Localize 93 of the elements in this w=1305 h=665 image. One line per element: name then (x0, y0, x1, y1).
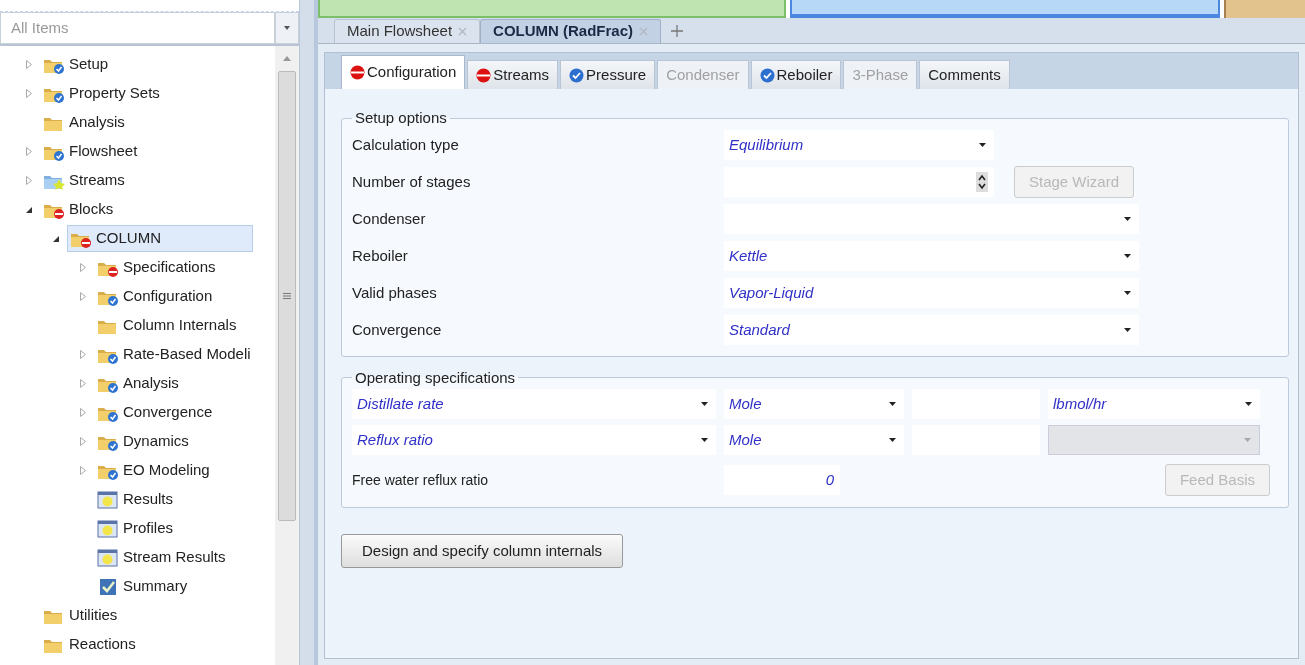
tree-item[interactable]: Stream Results (94, 544, 231, 571)
dropdown-arrow-icon (1245, 402, 1252, 406)
tree-item[interactable]: Rate-Based Modeli (94, 341, 256, 368)
field-label: Valid phases (352, 282, 438, 303)
group-title: Operating specifications (354, 367, 517, 388)
dropdown-arrow-icon (701, 402, 708, 406)
field-label: Number of stages (352, 171, 472, 192)
dropdown-field[interactable]: Equilibrium (724, 130, 994, 160)
expand-icon[interactable] (80, 437, 86, 446)
dropdown-arrow-icon (1124, 291, 1131, 295)
dropdown-field[interactable] (724, 204, 1139, 234)
form-tab[interactable]: Pressure (560, 60, 656, 89)
form-icon (97, 490, 119, 509)
tree-item[interactable]: Configuration (94, 283, 218, 310)
tree-item[interactable]: EO Modeling (94, 457, 215, 484)
expand-icon[interactable] (80, 466, 86, 475)
add-tab-icon[interactable] (671, 25, 684, 37)
expand-icon[interactable] (26, 147, 32, 156)
field-label: Calculation type (352, 134, 460, 155)
tree-item[interactable]: Specifications (94, 254, 221, 281)
tree-item[interactable]: COLUMN (67, 225, 253, 252)
expand-icon[interactable] (26, 89, 32, 98)
dropdown-field[interactable]: Kettle (724, 241, 1139, 271)
dropdown-arrow-icon (1124, 254, 1131, 258)
form-tab[interactable]: Reboiler (750, 60, 842, 89)
caret-icon (284, 26, 290, 30)
tree-item[interactable]: Streams (40, 167, 130, 194)
expand-icon[interactable] (80, 379, 86, 388)
complete-status-icon (759, 67, 775, 83)
expand-icon[interactable] (80, 292, 86, 301)
dropdown-arrow-icon (889, 402, 896, 406)
field-label: Reboiler (352, 245, 409, 266)
grip-icon (283, 293, 291, 299)
form-tab[interactable]: Configuration (341, 55, 466, 89)
number-field[interactable] (724, 167, 994, 197)
tree-item[interactable]: Setup (40, 51, 114, 78)
close-icon (639, 27, 649, 36)
dropdown-field[interactable]: lbmol/hr (1048, 389, 1260, 419)
checked-form-icon (97, 577, 119, 596)
tree-item[interactable]: Analysis (94, 370, 184, 397)
splitter-bar[interactable] (300, 0, 318, 665)
form-tab[interactable]: Comments (919, 60, 1010, 89)
tree-item[interactable]: Property Sets (40, 80, 165, 107)
dropdown-arrow-icon (1124, 328, 1131, 332)
incomplete-status-icon (476, 67, 492, 83)
complete-status-icon (569, 67, 585, 83)
expand-icon[interactable] (26, 176, 32, 185)
document-tab[interactable]: Main Flowsheet (334, 19, 481, 43)
tree-item[interactable]: Flowsheet (40, 138, 143, 165)
form-icon (97, 548, 119, 567)
field-label: Free water reflux ratio (352, 470, 490, 490)
expand-icon[interactable] (26, 60, 32, 69)
field-label: Condenser (352, 208, 427, 229)
tree-item[interactable]: Convergence (94, 399, 218, 426)
tree-item[interactable]: Utilities (40, 602, 123, 629)
tree-item[interactable]: Results (94, 486, 179, 513)
form-tab[interactable]: Streams (467, 60, 559, 89)
dropdown-arrow-icon (979, 143, 986, 147)
close-icon (458, 27, 468, 36)
dropdown-arrow-icon (1244, 438, 1251, 442)
tree-item[interactable]: Analysis (40, 109, 130, 136)
field-label: Convergence (352, 319, 443, 340)
expand-icon[interactable] (80, 408, 86, 417)
dropdown-field[interactable]: Standard (724, 315, 1139, 345)
dropdown-field[interactable]: Vapor-Liquid (724, 278, 1139, 308)
scrollbar[interactable] (275, 46, 299, 665)
tree-item[interactable]: Summary (94, 573, 193, 600)
document-tab[interactable]: COLUMN (RadFrac) (480, 19, 662, 43)
scrollbar-thumb[interactable] (278, 71, 296, 521)
dropdown-button[interactable] (275, 12, 299, 44)
tree-item[interactable]: Blocks (40, 196, 119, 223)
tree-item[interactable]: Column Internals (94, 312, 242, 339)
dropdown-arrow-icon (889, 438, 896, 442)
scroll-up-icon[interactable] (283, 56, 291, 61)
collapse-icon[interactable] (53, 235, 59, 242)
form-icon (97, 519, 119, 538)
dropdown-field[interactable]: Mole (724, 389, 904, 419)
collapse-icon[interactable] (26, 206, 32, 213)
dropdown-field[interactable]: Reflux ratio (352, 425, 716, 455)
dropdown-field[interactable]: Distillate rate (352, 389, 716, 419)
tree-item[interactable]: Profiles (94, 515, 179, 542)
expand-icon[interactable] (80, 263, 86, 272)
dropdown-arrow-icon (1124, 217, 1131, 221)
value-field[interactable]: 0 (724, 465, 840, 495)
expand-icon[interactable] (80, 350, 86, 359)
tree-item[interactable]: Reactions (40, 631, 141, 658)
spinner-icon (976, 172, 988, 192)
group-title: Setup options (354, 108, 448, 128)
dropdown-arrow-icon (701, 438, 708, 442)
dropdown-field[interactable]: Mole (724, 425, 904, 455)
design-internals-button[interactable]: Design and specify column internals (341, 534, 624, 568)
tree-item[interactable]: Dynamics (94, 428, 194, 455)
incomplete-status-icon (350, 65, 365, 80)
